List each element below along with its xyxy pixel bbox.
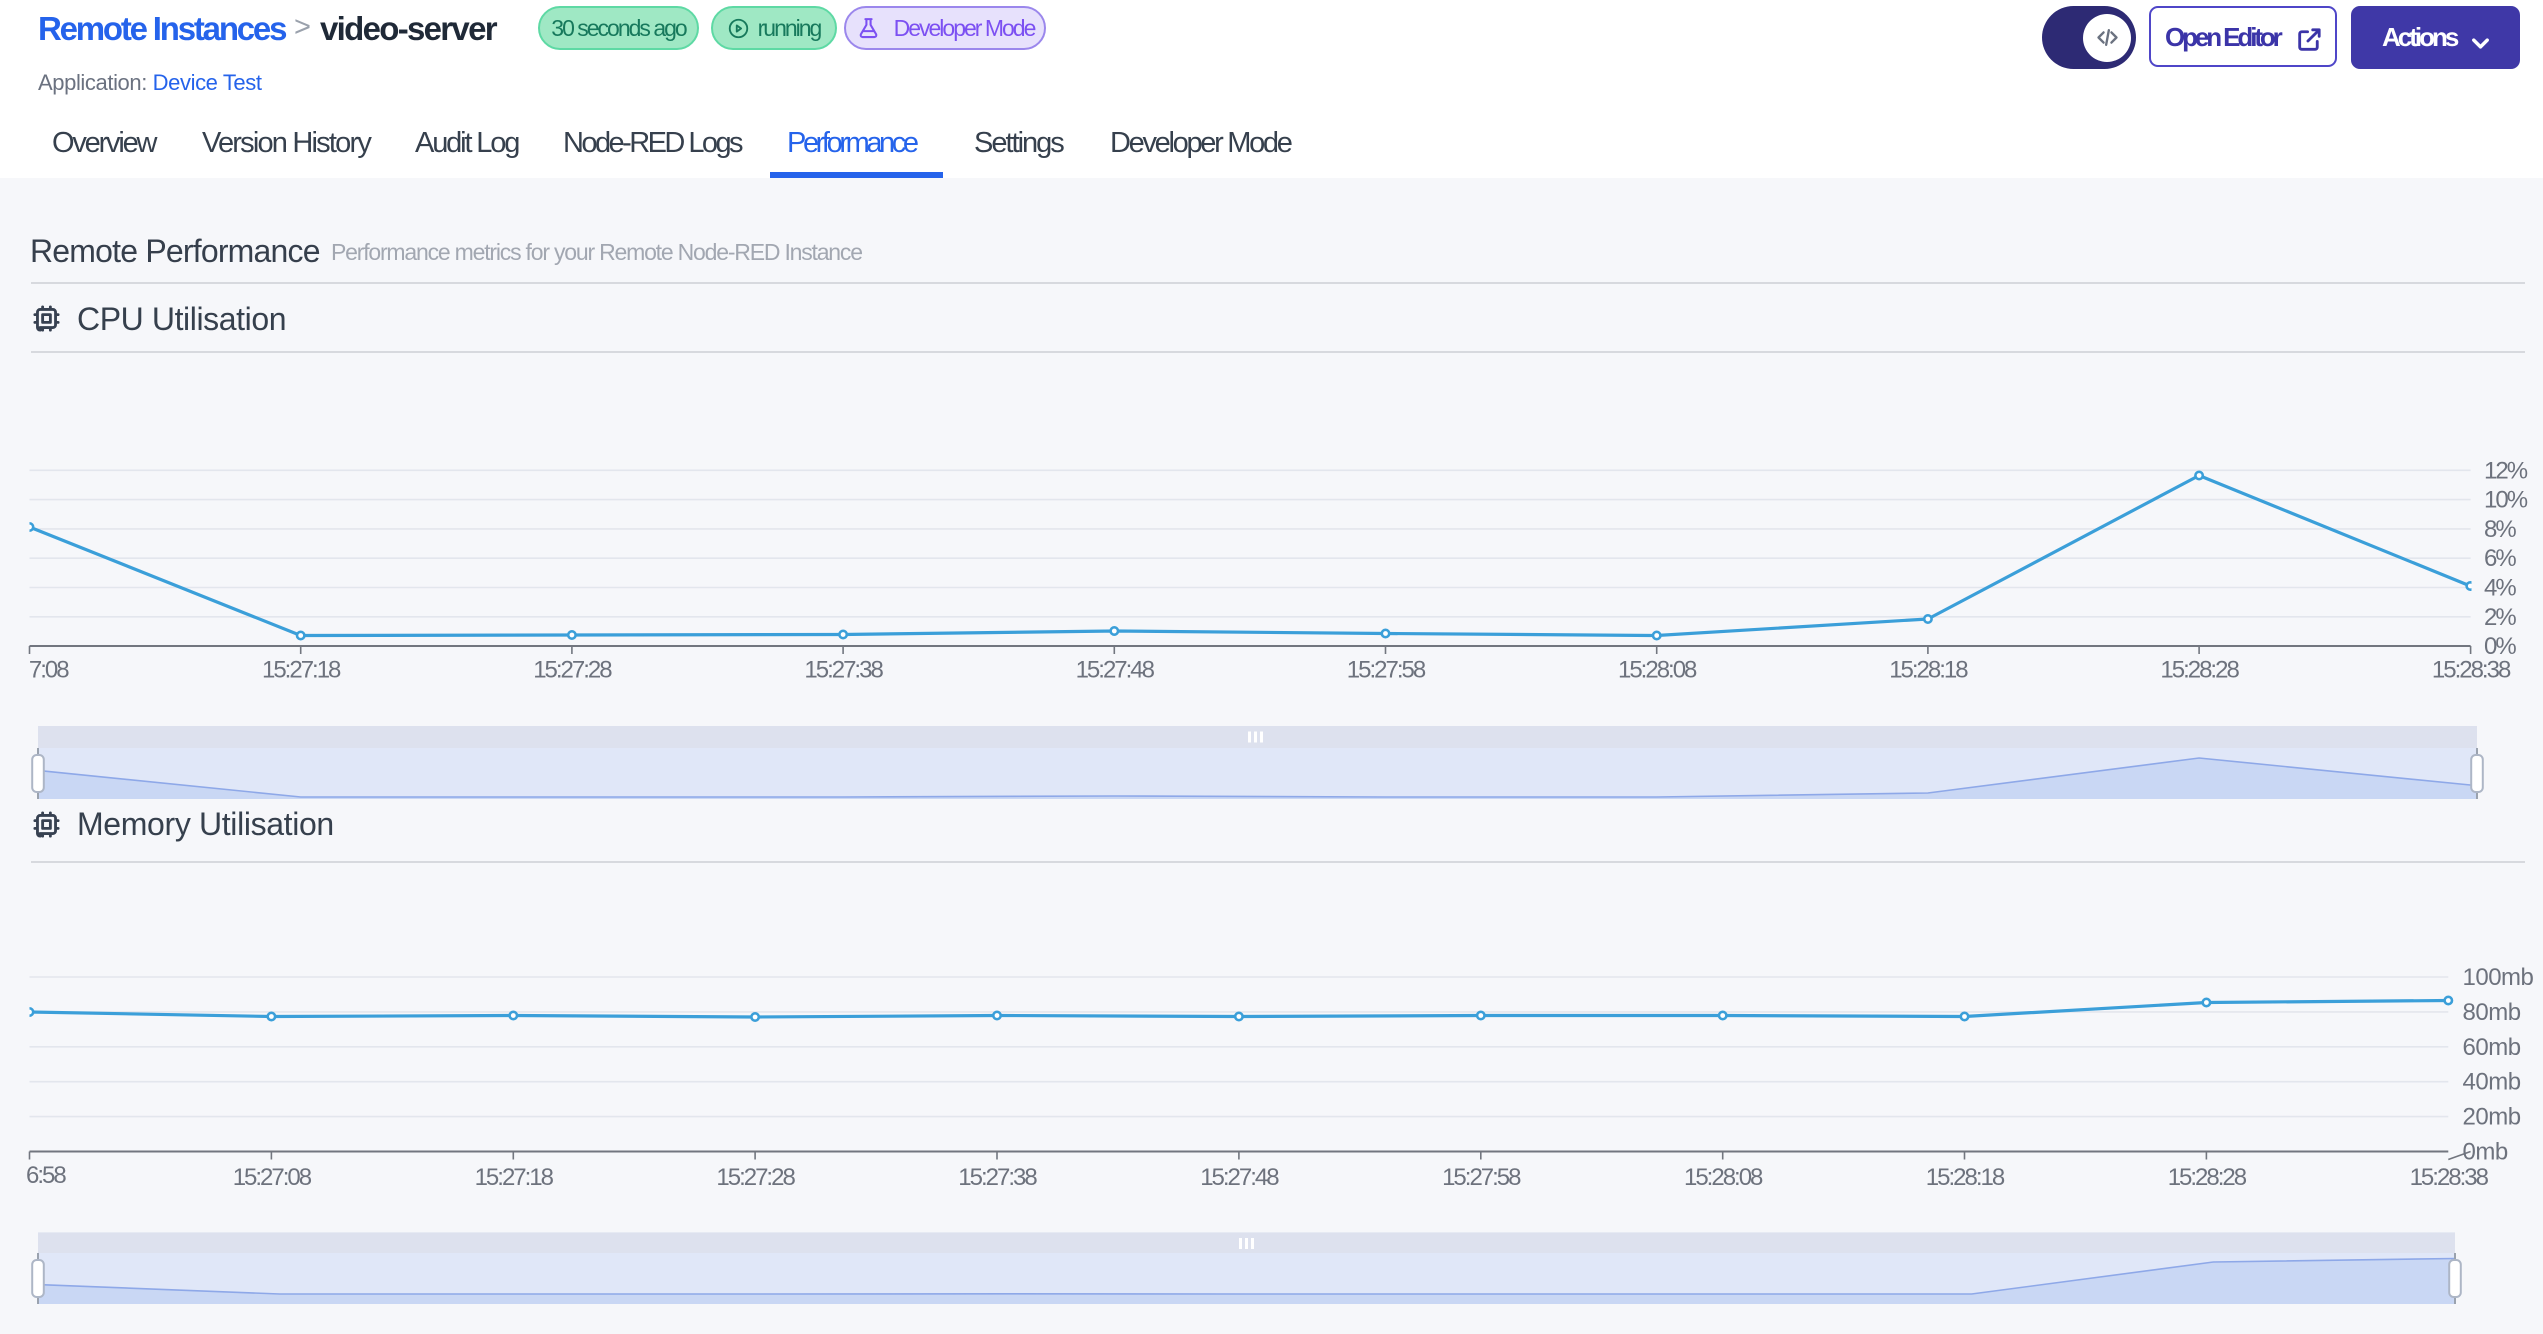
svg-text:4%: 4% (2484, 575, 2516, 602)
svg-text:15:27:48: 15:27:48 (1076, 657, 1155, 684)
svg-text:15:27:48: 15:27:48 (1200, 1164, 1279, 1191)
svg-text:15:28:18: 15:28:18 (1889, 657, 1968, 684)
svg-text:15:28:38: 15:28:38 (2432, 657, 2511, 684)
svg-text:15:27:28: 15:27:28 (716, 1164, 795, 1191)
svg-text:15:28:28: 15:28:28 (2168, 1164, 2247, 1191)
svg-text:15:28:28: 15:28:28 (2160, 657, 2239, 684)
svg-text:15:28:08: 15:28:08 (1684, 1164, 1763, 1191)
svg-text:60mb: 60mb (2463, 1034, 2521, 1061)
svg-text:7:08: 7:08 (29, 657, 69, 684)
svg-text:6%: 6% (2484, 545, 2516, 572)
svg-text:15:27:58: 15:27:58 (1442, 1164, 1521, 1191)
svg-text:15:27:38: 15:27:38 (958, 1164, 1037, 1191)
svg-text:12%: 12% (2484, 457, 2528, 484)
svg-text:10%: 10% (2484, 487, 2528, 514)
svg-text:8%: 8% (2484, 516, 2516, 543)
svg-text:2%: 2% (2484, 604, 2516, 631)
svg-text:0%: 0% (2484, 633, 2516, 660)
svg-text:80mb: 80mb (2463, 999, 2521, 1026)
svg-text:15:27:28: 15:27:28 (533, 657, 612, 684)
svg-text:15:27:18: 15:27:18 (475, 1164, 554, 1191)
svg-text:15:28:18: 15:28:18 (1926, 1164, 2005, 1191)
svg-text:6:58: 6:58 (26, 1162, 66, 1189)
svg-text:15:27:08: 15:27:08 (233, 1164, 312, 1191)
svg-text:0mb: 0mb (2463, 1139, 2508, 1166)
svg-text:15:28:08: 15:28:08 (1618, 657, 1697, 684)
svg-text:100mb: 100mb (2463, 964, 2534, 991)
svg-text:20mb: 20mb (2463, 1104, 2521, 1131)
svg-text:40mb: 40mb (2463, 1069, 2521, 1096)
svg-text:15:28:38: 15:28:38 (2410, 1164, 2489, 1191)
svg-text:15:27:38: 15:27:38 (804, 657, 883, 684)
svg-text:15:27:18: 15:27:18 (262, 657, 341, 684)
svg-text:15:27:58: 15:27:58 (1347, 657, 1426, 684)
